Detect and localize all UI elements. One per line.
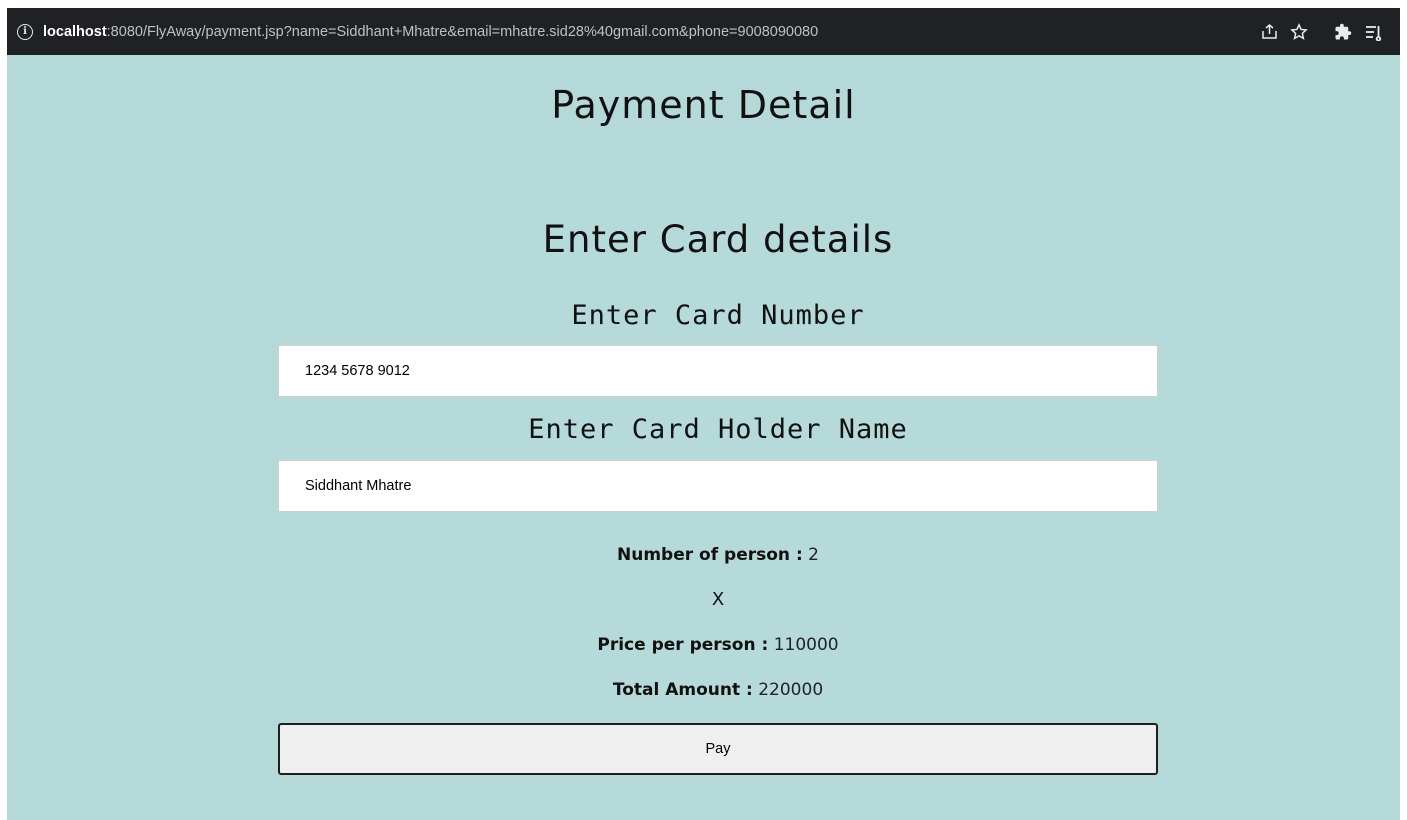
total-line: Total Amount : 220000 — [278, 680, 1158, 700]
card-holder-label: Enter Card Holder Name — [528, 414, 908, 445]
card-holder-input[interactable] — [278, 460, 1158, 512]
multiply-sign: X — [711, 589, 725, 610]
pay-button[interactable]: Pay — [278, 723, 1158, 775]
persons-line: Number of person : 2 — [278, 545, 1158, 565]
share-icon[interactable] — [1254, 17, 1284, 47]
bookmark-star-icon[interactable] — [1284, 17, 1314, 47]
url-path: :8080/FlyAway/payment.jsp?name=Siddhant+… — [106, 23, 819, 40]
address-bar: i localhost:8080/FlyAway/payment.jsp?nam… — [7, 8, 1400, 55]
card-details-heading: Enter Card details — [542, 218, 894, 261]
card-number-label: Enter Card Number — [571, 300, 865, 331]
card-number-input[interactable] — [278, 345, 1158, 397]
price-label: Price per person : — [597, 635, 769, 655]
info-icon[interactable]: i — [17, 23, 33, 40]
toolbar-icons — [1254, 17, 1388, 47]
total-label: Total Amount : — [612, 680, 753, 700]
total-value: 220000 — [758, 680, 824, 700]
persons-label: Number of person : — [617, 545, 803, 565]
url-host: localhost — [43, 23, 107, 40]
page-title: Payment Detail — [551, 83, 856, 127]
reading-list-icon[interactable] — [1358, 17, 1388, 47]
browser-window: i localhost:8080/FlyAway/payment.jsp?nam… — [0, 0, 1407, 820]
price-value: 110000 — [773, 635, 839, 655]
url-field[interactable]: i localhost:8080/FlyAway/payment.jsp?nam… — [17, 17, 1254, 47]
extensions-puzzle-icon[interactable] — [1328, 17, 1358, 47]
price-line: Price per person : 110000 — [278, 635, 1158, 655]
page-viewport: Payment Detail Enter Card details Enter … — [7, 55, 1400, 820]
persons-value: 2 — [808, 545, 819, 565]
payment-form: Enter Card details Enter Card Number Ent… — [278, 183, 1158, 775]
